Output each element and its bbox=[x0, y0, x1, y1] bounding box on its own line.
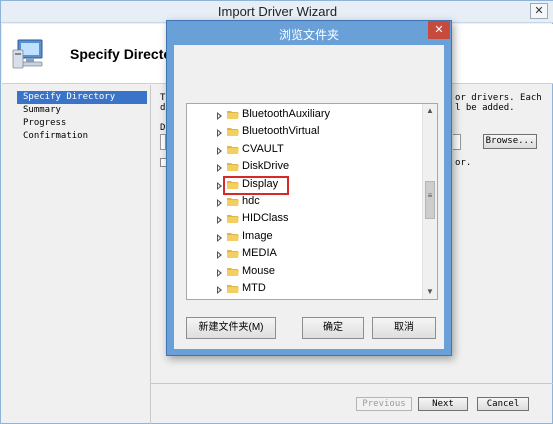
folder-icon bbox=[227, 197, 239, 206]
scroll-down-arrow-icon[interactable]: ▼ bbox=[423, 285, 437, 299]
expand-arrow-icon[interactable] bbox=[217, 146, 222, 155]
nav-step-confirmation[interactable]: Confirmation bbox=[17, 130, 147, 143]
previous-button[interactable]: Previous bbox=[356, 397, 412, 411]
dialog-cancel-button[interactable]: 取消 bbox=[372, 317, 436, 339]
ok-button[interactable]: 确定 bbox=[302, 317, 364, 339]
nav-step-specify-directory[interactable]: Specify Directory bbox=[17, 91, 147, 104]
scroll-up-arrow-icon[interactable]: ▲ bbox=[423, 104, 437, 118]
description-fragment-left-1: T bbox=[160, 93, 166, 103]
directory-input-right-edge[interactable] bbox=[453, 134, 461, 150]
folder-name-label: DiskDrive bbox=[242, 160, 290, 173]
wizard-title: Import Driver Wizard bbox=[217, 4, 338, 19]
folder-name-label: hdc bbox=[242, 194, 260, 207]
selection-highlight-box bbox=[223, 175, 289, 195]
folder-name-label: CVAULT bbox=[242, 142, 284, 155]
folder-name-label: BluetoothVirtual bbox=[242, 125, 320, 138]
folder-name-label: Image bbox=[242, 229, 273, 242]
folder-name-label: BluetoothAuxiliary bbox=[242, 108, 331, 120]
folder-tree-item[interactable]: MTD bbox=[187, 281, 423, 298]
wizard-close-button[interactable]: ✕ bbox=[530, 3, 548, 19]
folder-tree-scrollbar[interactable]: ▲ ≡ ▼ bbox=[422, 104, 437, 299]
expand-arrow-icon[interactable] bbox=[217, 112, 222, 120]
expand-arrow-icon[interactable] bbox=[217, 164, 222, 173]
folder-icon bbox=[227, 145, 239, 154]
folder-tree-item[interactable]: HIDClass bbox=[187, 211, 423, 228]
nav-divider bbox=[150, 85, 151, 424]
folder-icon bbox=[227, 128, 239, 137]
expand-arrow-icon[interactable] bbox=[217, 268, 222, 277]
wizard-step-nav: Specify Directory Summary Progress Confi… bbox=[17, 91, 147, 143]
folder-tree-item[interactable]: Display bbox=[187, 175, 423, 195]
expand-arrow-icon[interactable] bbox=[217, 129, 222, 138]
folder-name-label: Mouse bbox=[242, 264, 276, 277]
description-fragment-left-2: d bbox=[160, 103, 166, 113]
wizard-cancel-button[interactable]: Cancel bbox=[477, 397, 529, 411]
folder-icon bbox=[227, 267, 239, 276]
checkbox-label-fragment: or. bbox=[455, 158, 472, 168]
browse-folder-dialog: 浏览文件夹 ✕ BluetoothAuxiliary BluetoothVirtu… bbox=[166, 20, 452, 356]
expand-arrow-icon[interactable] bbox=[217, 233, 222, 242]
folder-name-label: MTD bbox=[242, 281, 266, 294]
dialog-close-button[interactable]: ✕ bbox=[428, 21, 450, 39]
folder-tree-item[interactable]: MEDIA bbox=[187, 246, 423, 263]
folder-tree-item[interactable]: DiskDrive bbox=[187, 159, 423, 176]
folder-tree-item[interactable]: hdc bbox=[187, 194, 423, 211]
dialog-title: 浏览文件夹 bbox=[278, 28, 339, 42]
folder-name-label: HIDClass bbox=[242, 212, 289, 225]
expand-arrow-icon[interactable] bbox=[217, 216, 222, 225]
folder-tree[interactable]: BluetoothAuxiliary BluetoothVirtual CVAULT… bbox=[186, 103, 438, 300]
folder-icon bbox=[227, 250, 239, 259]
description-fragment-right-1: or drivers. Each bbox=[455, 93, 542, 103]
expand-arrow-icon[interactable] bbox=[217, 285, 222, 294]
folder-tree-item[interactable]: BluetoothVirtual bbox=[187, 124, 423, 141]
browse-button[interactable]: Browse... bbox=[483, 134, 537, 149]
next-button[interactable]: Next bbox=[418, 397, 468, 411]
new-folder-button[interactable]: 新建文件夹(M) bbox=[186, 317, 276, 339]
directory-label-fragment: D bbox=[160, 123, 166, 133]
scroll-thumb[interactable]: ≡ bbox=[425, 181, 435, 219]
expand-arrow-icon[interactable] bbox=[217, 181, 222, 190]
folder-icon bbox=[227, 215, 239, 224]
folder-tree-list: BluetoothAuxiliary BluetoothVirtual CVAULT… bbox=[187, 107, 423, 298]
nav-step-summary[interactable]: Summary bbox=[17, 104, 147, 117]
description-fragment-right-2: l be added. bbox=[455, 103, 515, 113]
expand-arrow-icon[interactable] bbox=[217, 251, 222, 260]
footer-divider bbox=[151, 383, 553, 384]
expand-arrow-icon[interactable] bbox=[217, 198, 222, 207]
dialog-body: BluetoothAuxiliary BluetoothVirtual CVAULT… bbox=[174, 45, 444, 349]
dialog-titlebar: 浏览文件夹 ✕ bbox=[167, 21, 451, 45]
folder-icon bbox=[227, 111, 239, 119]
folder-tree-item[interactable]: BluetoothAuxiliary bbox=[187, 107, 423, 124]
nav-step-progress[interactable]: Progress bbox=[17, 117, 147, 130]
folder-name-label: MEDIA bbox=[242, 247, 277, 260]
folder-tree-item[interactable]: Image bbox=[187, 229, 423, 246]
folder-tree-item[interactable]: CVAULT bbox=[187, 142, 423, 159]
scroll-grip-icon: ≡ bbox=[427, 191, 433, 200]
folder-icon bbox=[227, 232, 239, 241]
folder-tree-item[interactable]: Mouse bbox=[187, 264, 423, 281]
computer-icon bbox=[12, 39, 43, 69]
folder-icon bbox=[227, 284, 239, 293]
folder-icon bbox=[227, 163, 239, 172]
